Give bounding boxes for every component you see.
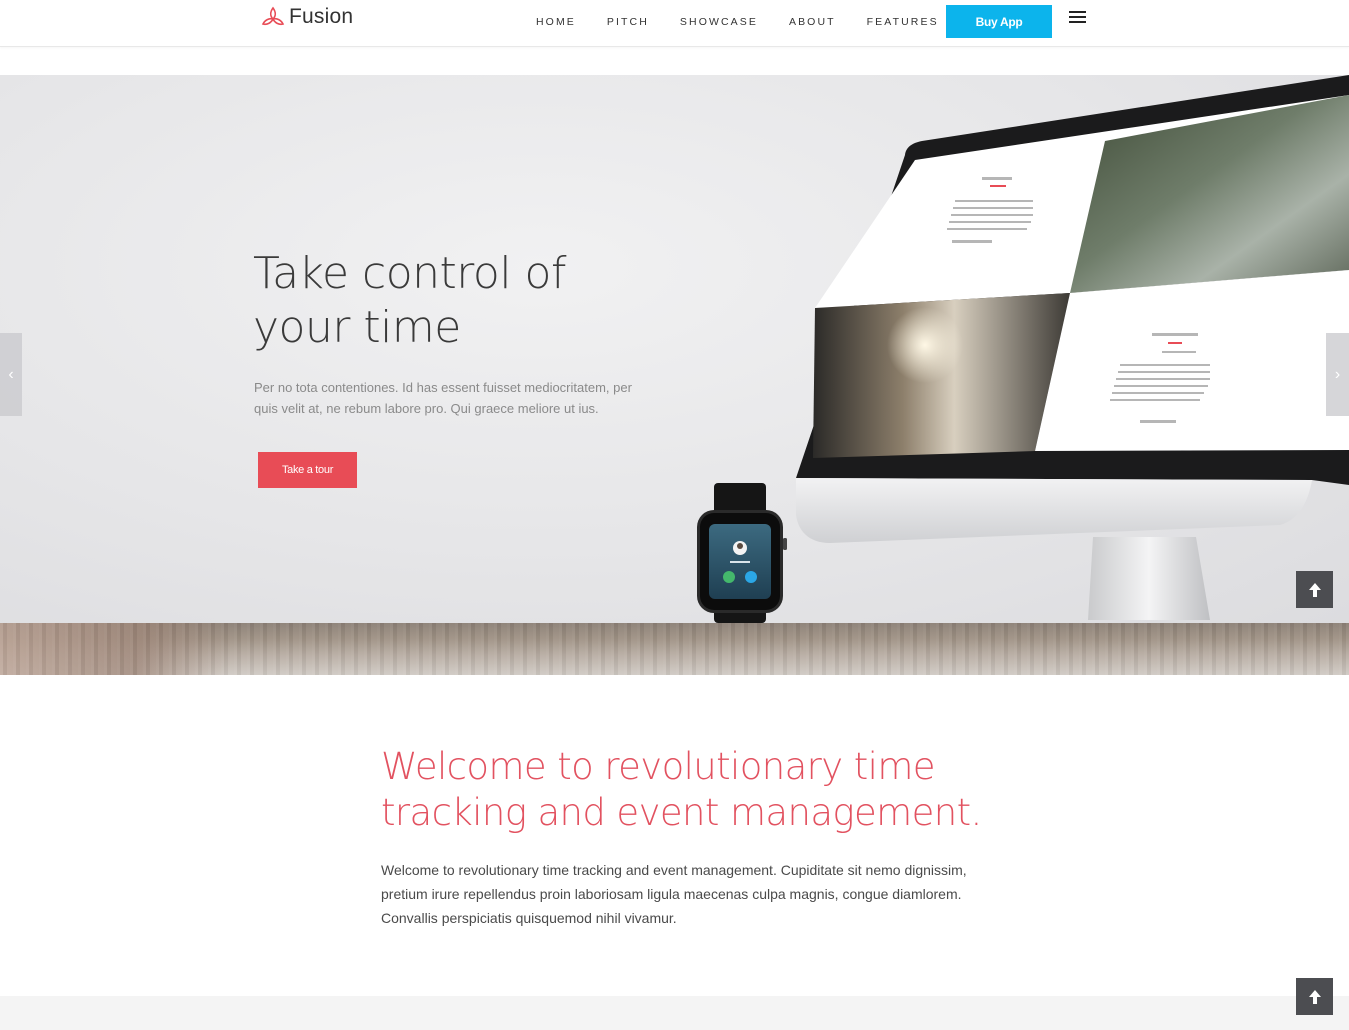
welcome-heading-line1: Welcome to revolutionary time	[381, 745, 936, 788]
leaf-logo-icon	[261, 6, 285, 26]
chevron-right-icon: ›	[1334, 365, 1341, 383]
monitor-screen	[813, 95, 1349, 458]
chevron-left-icon: ‹	[8, 365, 14, 383]
hero-description: Per no tota contentiones. Id has essent …	[254, 380, 632, 416]
hero-title-line1: Take control of	[253, 248, 566, 299]
buy-app-button[interactable]: Buy App	[946, 5, 1052, 38]
slider-prev-button[interactable]: ‹	[0, 333, 22, 416]
welcome-heading-line2: tracking and event management.	[381, 791, 982, 834]
smartwatch-illustration	[697, 483, 787, 623]
nav-item-showcase[interactable]: SHOWCASE	[680, 16, 758, 28]
slider-next-button[interactable]: ›	[1326, 333, 1349, 416]
scroll-to-top-button[interactable]	[1296, 571, 1333, 608]
main-nav: HOME PITCH SHOWCASE ABOUT FEATURES	[536, 0, 970, 44]
next-section-band	[0, 996, 1349, 1030]
hero-title-line2: your time	[253, 302, 461, 353]
arrow-up-icon	[1308, 989, 1321, 1004]
nav-item-home[interactable]: HOME	[536, 16, 576, 28]
arrow-up-icon	[1308, 582, 1321, 597]
device-mockup-image	[697, 75, 1349, 623]
welcome-text: Welcome to revolutionary time tracking a…	[381, 862, 967, 926]
hamburger-menu-icon[interactable]	[1069, 11, 1086, 25]
brand-name: Fusion	[289, 5, 354, 28]
nav-item-features[interactable]: FEATURES	[867, 16, 939, 28]
take-a-tour-button[interactable]: Take a tour	[258, 452, 357, 488]
brand-logo[interactable]: Fusion	[260, 4, 353, 30]
nav-item-pitch[interactable]: PITCH	[607, 16, 649, 28]
welcome-heading: Welcome to revolutionary time tracking a…	[381, 744, 1001, 836]
site-header: Fusion HOME PITCH SHOWCASE ABOUT FEATURE…	[0, 0, 1349, 47]
hero-desk-surface	[0, 623, 1349, 675]
nav-item-about[interactable]: ABOUT	[789, 16, 836, 28]
scroll-to-top-button-secondary[interactable]	[1296, 978, 1333, 1015]
hero-title: Take control of your time	[253, 247, 673, 355]
